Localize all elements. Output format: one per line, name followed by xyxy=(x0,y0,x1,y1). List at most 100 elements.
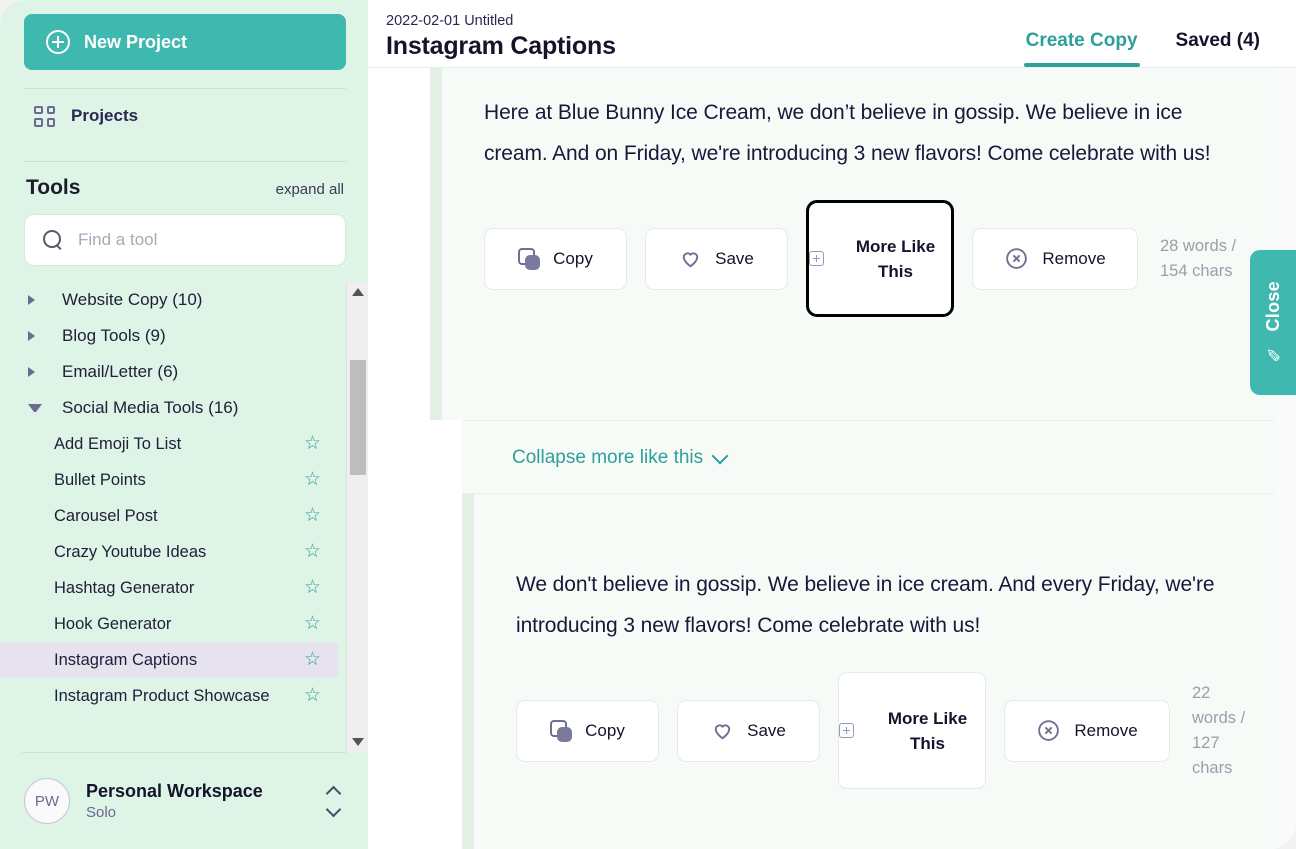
plus-circle-icon xyxy=(46,30,70,54)
star-icon[interactable]: ☆ xyxy=(304,650,324,670)
tab-bar: Create Copy Saved (4) xyxy=(1023,0,1260,67)
more-like-this-button[interactable]: More Like This xyxy=(806,200,954,317)
app-window: New Project Projects Tools expand all Fi… xyxy=(0,0,1296,849)
tab-saved[interactable]: Saved (4) xyxy=(1176,30,1260,67)
heart-icon xyxy=(679,247,702,270)
star-icon[interactable]: ☆ xyxy=(304,506,324,526)
collapse-bar: Collapse more like this xyxy=(462,420,1296,494)
tool-item-add-emoji-to-list[interactable]: Add Emoji To List ☆ xyxy=(0,426,338,462)
sidebar: New Project Projects Tools expand all Fi… xyxy=(0,0,368,849)
tool-tree: Website Copy (10) Blog Tools (9) Email/L… xyxy=(0,282,368,752)
scroll-up-arrow-icon[interactable] xyxy=(347,282,368,302)
sidebar-scrollbar[interactable] xyxy=(346,282,368,752)
remove-label: Remove xyxy=(1042,248,1106,268)
collapse-label: Collapse more like this xyxy=(512,447,704,468)
workspace-switcher[interactable]: PW Personal Workspace Solo xyxy=(0,753,368,849)
tool-category-label: Blog Tools (9) xyxy=(62,326,166,345)
star-icon[interactable]: ☆ xyxy=(304,614,324,634)
card-body: We don't believe in gossip. We believe i… xyxy=(462,494,1296,646)
remove-button[interactable]: Remove xyxy=(972,227,1138,290)
close-panel-tab[interactable]: Close ✎ xyxy=(1250,250,1296,395)
copy-label: Copy xyxy=(553,248,593,268)
card-accent-stripe xyxy=(462,494,474,849)
remove-circle-x-icon xyxy=(1036,718,1061,743)
tool-item-label: Instagram Product Showcase xyxy=(54,686,270,705)
more-like-this-button[interactable]: More Like This xyxy=(838,672,986,789)
tool-item-label: Carousel Post xyxy=(54,506,158,525)
tools-header: Tools expand all xyxy=(24,162,346,200)
more-like-this-group: Collapse more like this We don't believe… xyxy=(462,420,1296,849)
avatar: PW xyxy=(24,778,70,824)
card-actions: Copy Save More Like This Remove 22 words… xyxy=(462,646,1296,789)
copy-button[interactable]: Copy xyxy=(516,699,659,762)
scroll-down-arrow-icon[interactable] xyxy=(347,732,368,752)
remove-circle-x-icon xyxy=(1004,246,1029,271)
search-icon xyxy=(43,229,64,251)
save-button[interactable]: Save xyxy=(677,699,820,762)
tool-item-carousel-post[interactable]: Carousel Post ☆ xyxy=(0,498,338,534)
save-button[interactable]: Save xyxy=(645,227,788,290)
tool-item-crazy-youtube-ideas[interactable]: Crazy Youtube Ideas ☆ xyxy=(0,534,338,570)
copy-icon xyxy=(550,719,573,742)
more-like-this-label: More Like This xyxy=(887,708,968,753)
heart-icon xyxy=(711,719,734,742)
results-area: Here at Blue Bunny Ice Cream, we don’t b… xyxy=(368,68,1296,849)
chevron-updown-icon[interactable] xyxy=(322,785,344,817)
workspace-name: Personal Workspace xyxy=(86,781,263,801)
word-count: 22 words / 127 chars xyxy=(1192,683,1246,777)
search-box[interactable] xyxy=(24,214,346,266)
star-icon[interactable]: ☆ xyxy=(304,542,324,562)
copy-button[interactable]: Copy xyxy=(484,227,627,290)
plus-square-icon xyxy=(839,723,854,738)
tab-create-copy[interactable]: Create Copy xyxy=(1023,30,1140,67)
tool-category-label: Email/Letter (6) xyxy=(62,362,179,381)
star-icon[interactable]: ☆ xyxy=(304,578,324,598)
workspace-plan: Solo xyxy=(86,804,117,821)
save-label: Save xyxy=(715,248,754,268)
tool-item-hook-generator[interactable]: Hook Generator ☆ xyxy=(0,606,338,642)
tool-item-instagram-captions[interactable]: Instagram Captions ☆ xyxy=(0,642,338,678)
pencil-icon: ✎ xyxy=(1263,343,1283,365)
grid-icon xyxy=(34,105,55,127)
result-card: We don't believe in gossip. We believe i… xyxy=(462,494,1296,849)
tool-item-bullet-points[interactable]: Bullet Points ☆ xyxy=(0,462,338,498)
sidebar-item-projects[interactable]: Projects xyxy=(24,89,346,143)
result-text: Here at Blue Bunny Ice Cream, we don’t b… xyxy=(484,101,1211,165)
document-heading: 2022-02-01 Untitled Instagram Captions xyxy=(386,13,616,67)
star-icon[interactable]: ☆ xyxy=(304,686,324,706)
expand-all-link[interactable]: expand all xyxy=(276,181,344,198)
copy-icon xyxy=(518,247,541,270)
result-text: We don't believe in gossip. We believe i… xyxy=(516,573,1215,637)
new-project-button[interactable]: New Project xyxy=(24,14,346,70)
more-like-this-label: More Like This xyxy=(855,236,936,281)
star-icon[interactable]: ☆ xyxy=(304,470,324,490)
tool-category-website-copy[interactable]: Website Copy (10) xyxy=(0,282,338,318)
plus-square-icon xyxy=(809,251,824,266)
chevron-down-icon xyxy=(28,404,42,412)
chevron-down-icon xyxy=(711,447,729,464)
card-accent-stripe xyxy=(430,68,442,420)
top-bar: 2022-02-01 Untitled Instagram Captions C… xyxy=(368,0,1296,68)
star-icon[interactable]: ☆ xyxy=(304,434,324,454)
projects-label: Projects xyxy=(71,106,139,125)
search-input[interactable] xyxy=(78,230,327,250)
workspace-text: Personal Workspace Solo xyxy=(86,781,306,821)
collapse-more-like-this-link[interactable]: Collapse more like this xyxy=(512,447,729,469)
tools-title: Tools xyxy=(26,176,81,199)
tool-category-email-letter[interactable]: Email/Letter (6) xyxy=(0,354,338,390)
tool-item-instagram-product-showcase[interactable]: Instagram Product Showcase ☆ xyxy=(0,678,338,714)
tool-item-hashtag-generator[interactable]: Hashtag Generator ☆ xyxy=(0,570,338,606)
save-label: Save xyxy=(747,720,786,740)
tool-category-label: Social Media Tools (16) xyxy=(62,398,239,417)
tool-item-label: Hashtag Generator xyxy=(54,578,195,597)
tool-item-label: Bullet Points xyxy=(54,470,146,489)
tool-category-social-media-tools[interactable]: Social Media Tools (16) xyxy=(0,390,338,426)
tool-item-label: Add Emoji To List xyxy=(54,434,182,453)
remove-label: Remove xyxy=(1074,720,1138,740)
results-list: Here at Blue Bunny Ice Cream, we don’t b… xyxy=(430,68,1296,849)
remove-button[interactable]: Remove xyxy=(1004,699,1170,762)
card-actions: Copy Save More Like This Remove 28 words… xyxy=(430,174,1296,317)
scrollbar-thumb[interactable] xyxy=(350,360,366,475)
page-title: Instagram Captions xyxy=(386,32,616,60)
tool-category-blog-tools[interactable]: Blog Tools (9) xyxy=(0,318,338,354)
